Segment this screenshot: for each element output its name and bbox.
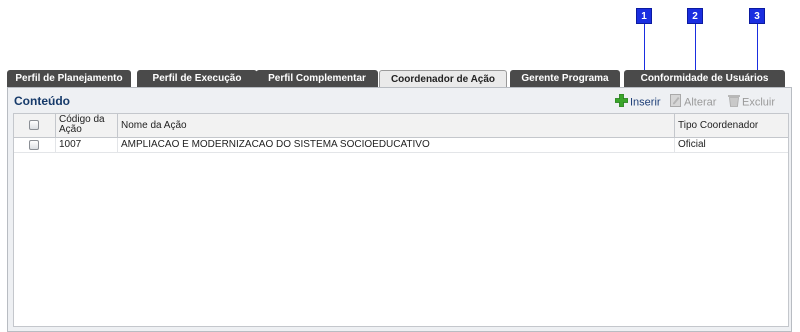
delete-button[interactable]: Excluir bbox=[728, 94, 775, 108]
content-panel: Conteúdo Inserir Alterar Excluir Código … bbox=[7, 87, 792, 332]
tab-perfil-planejamento[interactable]: Perfil de Planejamento bbox=[7, 70, 131, 87]
callout-marker-3: 3 bbox=[749, 8, 765, 24]
cell-tipo: Oficial bbox=[678, 139, 706, 150]
tab-conformidade-usuarios[interactable]: Conformidade de Usuários bbox=[624, 70, 785, 87]
table-row[interactable]: 1007 AMPLIACAO E MODERNIZACAO DO SISTEMA… bbox=[14, 138, 788, 153]
delete-label: Excluir bbox=[742, 96, 776, 109]
tab-coordenador-acao[interactable]: Coordenador de Ação bbox=[379, 70, 507, 87]
callout-marker-2: 2 bbox=[687, 8, 703, 24]
tab-perfil-complementar[interactable]: Perfil Complementar bbox=[256, 70, 378, 87]
data-grid: Código da Ação Nome da Ação Tipo Coorden… bbox=[13, 113, 789, 327]
tab-gerente-programa[interactable]: Gerente Programa bbox=[510, 70, 620, 87]
panel-title: Conteúdo bbox=[14, 94, 70, 108]
cell-nome: AMPLIACAO E MODERNIZACAO DO SISTEMA SOCI… bbox=[118, 138, 675, 152]
row-select-cell bbox=[14, 138, 56, 152]
tab-bar: Perfil de Planejamento Perfil de Execuçã… bbox=[7, 70, 785, 87]
header-codigo[interactable]: Código da Ação bbox=[56, 114, 118, 137]
plus-icon bbox=[614, 93, 629, 111]
edit-icon bbox=[670, 94, 682, 111]
header-nome[interactable]: Nome da Ação bbox=[118, 114, 675, 137]
header-tipo[interactable]: Tipo Coordenador bbox=[675, 114, 788, 137]
insert-button[interactable]: Inserir bbox=[614, 93, 661, 111]
trash-icon bbox=[728, 94, 740, 111]
header-select-cell bbox=[14, 114, 56, 137]
tab-perfil-execucao[interactable]: Perfil de Execução bbox=[137, 70, 257, 87]
panel-header: Conteúdo Inserir Alterar Excluir bbox=[8, 88, 791, 112]
grid-header: Código da Ação Nome da Ação Tipo Coorden… bbox=[14, 114, 788, 138]
cell-codigo: 1007 bbox=[56, 138, 118, 152]
alter-button[interactable]: Alterar bbox=[670, 94, 716, 108]
insert-label: Inserir bbox=[630, 96, 661, 109]
alter-label: Alterar bbox=[684, 96, 717, 109]
callout-marker-1: 1 bbox=[636, 8, 652, 24]
select-all-checkbox[interactable] bbox=[29, 120, 39, 130]
row-checkbox[interactable] bbox=[29, 140, 39, 150]
